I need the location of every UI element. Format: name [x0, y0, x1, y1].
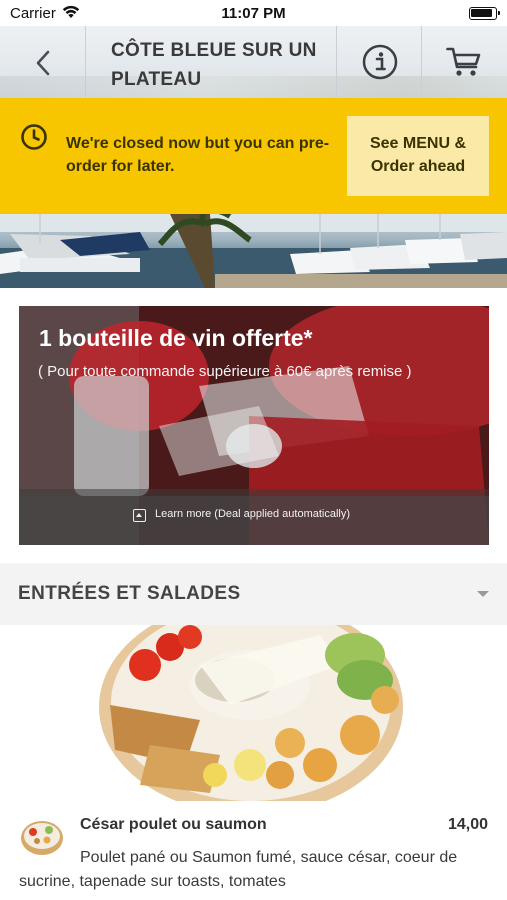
promo-title: 1 bouteille de vin offerte* — [39, 325, 313, 351]
cart-button[interactable] — [422, 26, 507, 98]
clock-icon — [21, 124, 47, 150]
image-icon — [133, 509, 146, 522]
dish-name[interactable]: César poulet ou saumon — [80, 816, 267, 834]
dish-price: 14,00 — [447, 816, 488, 833]
restaurant-header: CÔTE BLEUE SUR UN PLATEAU — [0, 26, 507, 98]
menu-section-header[interactable]: ENTRÉES ET SALADES — [0, 563, 507, 625]
wine-promo-card[interactable]: 1 bouteille de vin offerte* ( Pour toute… — [19, 306, 489, 545]
closed-banner: We're closed now but you can pre-order f… — [0, 98, 507, 214]
clock-time: 11:07 PM — [221, 5, 286, 22]
restaurant-title: CÔTE BLEUE SUR UN PLATEAU — [111, 40, 317, 90]
closed-message: We're closed now but you can pre-order f… — [66, 135, 330, 175]
info-icon — [362, 44, 398, 80]
battery-icon — [469, 7, 500, 20]
info-button[interactable] — [336, 26, 422, 98]
promo-subtitle: ( Pour toute commande supérieure à 60€ a… — [38, 363, 412, 380]
learn-more-link[interactable]: Learn more (Deal applied automatically) — [155, 508, 350, 520]
section-title: ENTRÉES ET SALADES — [18, 583, 241, 604]
dish-description: Poulet pané ou Saumon fumé, sauce césar,… — [19, 849, 458, 890]
cart-icon — [446, 47, 481, 76]
promo-footer: Learn more (Deal applied automatically) — [19, 489, 489, 545]
chevron-down-icon — [477, 591, 489, 597]
dish-photo[interactable] — [0, 625, 507, 801]
back-button[interactable] — [0, 26, 86, 98]
chevron-left-icon — [36, 50, 50, 76]
status-bar: Carrier 11:07 PM — [0, 0, 507, 26]
restaurant-cover-photo — [0, 214, 507, 288]
see-menu-order-ahead-button[interactable]: See MENU & Order ahead — [347, 116, 489, 196]
